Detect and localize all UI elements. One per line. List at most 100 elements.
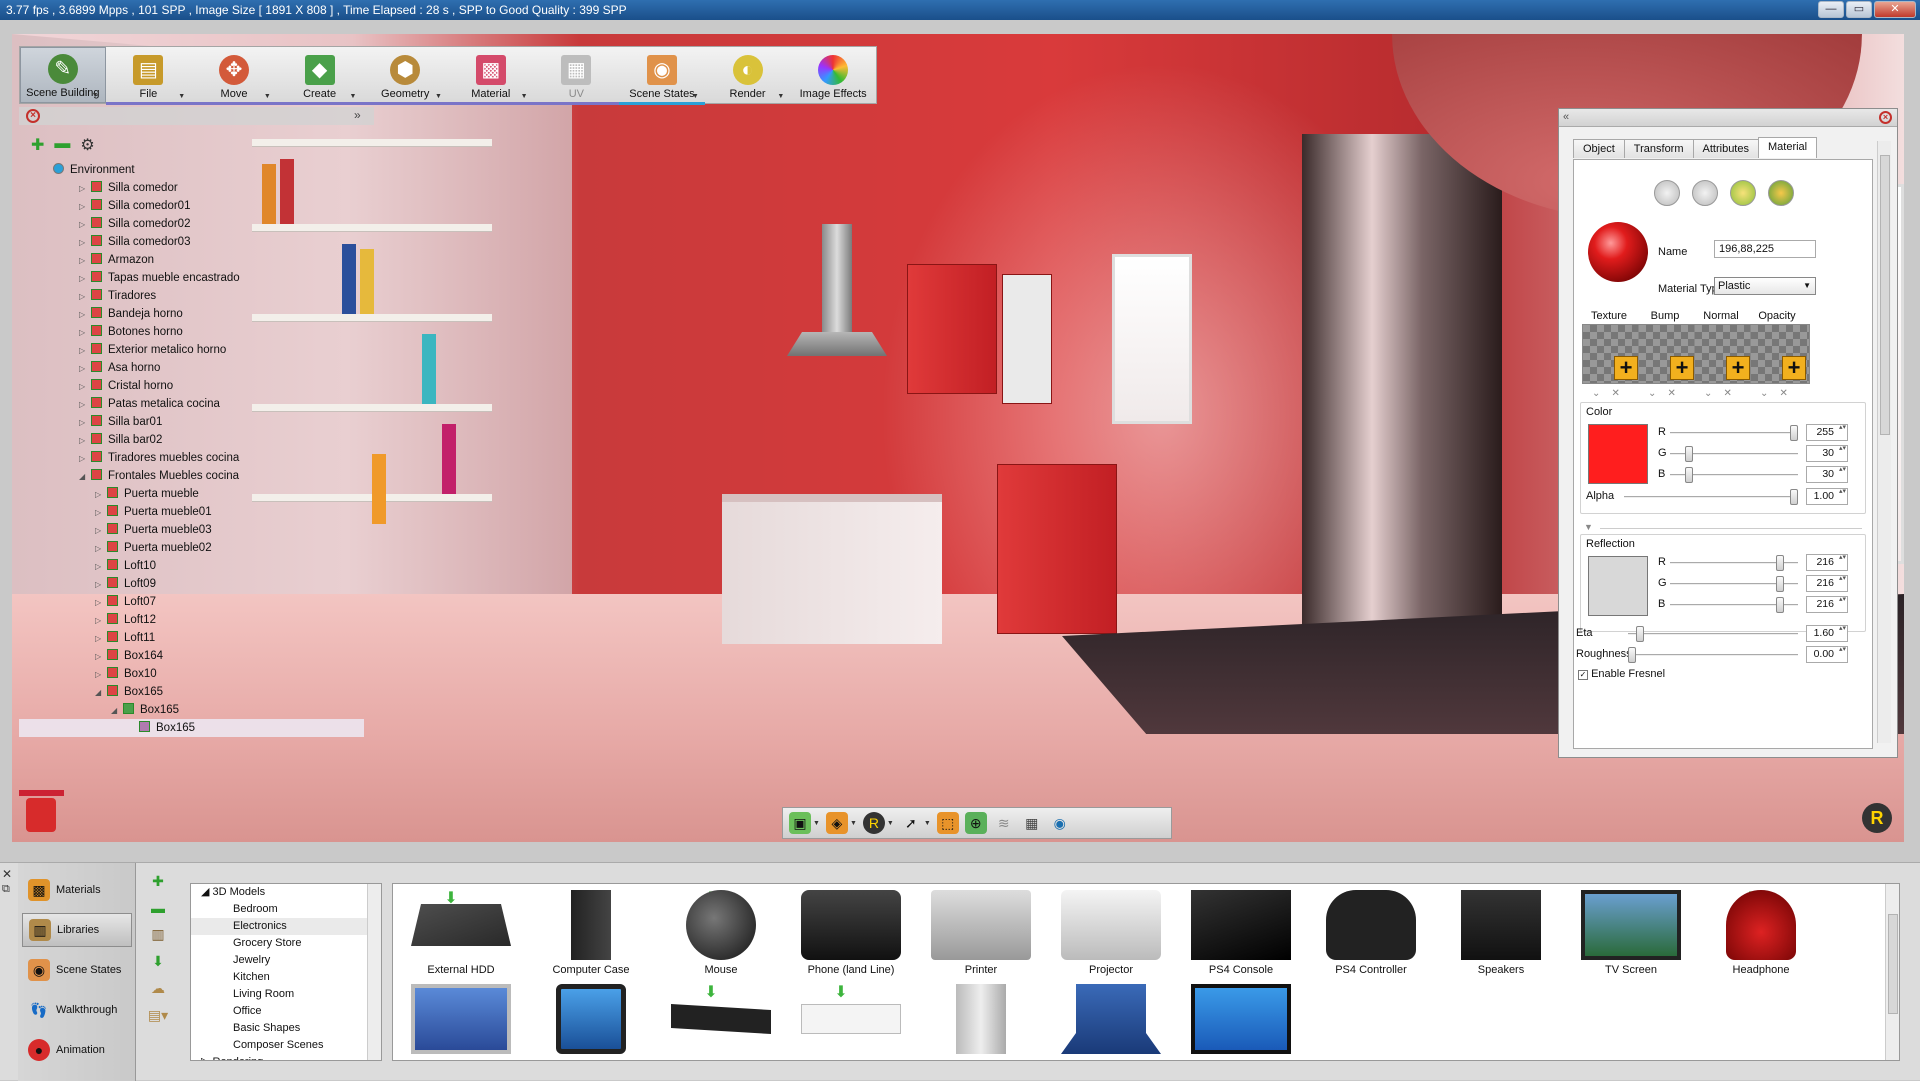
alpha-input[interactable]: 1.00 [1806,488,1848,505]
bump-options-icon[interactable]: ⌄ ✕ [1648,388,1676,399]
tree-expand-icon[interactable]: ▷ [79,288,91,306]
maximize-button[interactable]: ▭ [1846,1,1872,18]
roughness-input[interactable]: 0.00 [1806,646,1848,663]
tree-expand-icon[interactable]: ▷ [95,630,107,648]
library-item[interactable]: ⬇ [531,984,651,1054]
bump-slot[interactable]: + [1638,324,1698,384]
render-engine-icon[interactable]: R [862,812,885,834]
refresh-icon[interactable] [1768,180,1794,206]
library-item[interactable]: ⬇Phone (land Line) [791,890,911,976]
tree-item[interactable]: ▷ Asa horno [19,359,364,377]
tree-item[interactable]: ▷ Tiradores [19,287,364,305]
library-category[interactable]: Grocery Store [191,935,381,952]
collapse-panel-icon[interactable]: » [354,108,361,122]
library-item[interactable]: ⬇TV Screen [1571,890,1691,976]
toolbar-material[interactable]: ▩ Material ▼ [447,47,534,105]
reflection-b-input[interactable]: 216 [1806,596,1848,613]
toolbar-scene-building[interactable]: ✎ Scene Building ▼ [20,47,106,103]
add-library-icon[interactable]: ✚ [152,873,164,890]
library-tree-root[interactable]: ◢ 3D Models [191,884,381,901]
tree-expand-icon[interactable]: ▷ [79,180,91,198]
reflection-swatch[interactable] [1588,556,1648,616]
tree-item-child[interactable]: ▷ Puerta mueble [19,485,364,503]
tree-item[interactable]: ▷ Exterior metalico horno [19,341,364,359]
camera-icon[interactable]: ◉ [1049,812,1071,834]
tree-item-child[interactable]: ▷ Loft07 [19,593,364,611]
tree-expand-icon[interactable]: ▷ [79,252,91,270]
cloud-icon[interactable]: ☁ [151,980,165,997]
tree-expand-icon[interactable]: ▷ [95,594,107,612]
library-item[interactable]: ⬇ [401,984,521,1054]
normal-slot[interactable]: + [1694,324,1754,384]
library-category[interactable]: Electronics [191,918,381,935]
slider-handle[interactable] [1636,626,1644,642]
slider-handle[interactable] [1790,425,1798,441]
toolbar-image-effects[interactable]: Image Effects [790,47,876,103]
library-tree-scrollbar[interactable] [367,884,381,1060]
alpha-slider[interactable] [1624,489,1798,505]
texture-options-icon[interactable]: ⌄ ✕ [1592,388,1620,399]
tree-expand-icon[interactable]: ▷ [79,360,91,378]
library-tree-root[interactable]: ▷ Rendering [191,1054,381,1060]
tree-item[interactable]: ▷ Tapas mueble encastrado [19,269,364,287]
nav-walkthrough[interactable]: 👣 Walkthrough [22,993,132,1027]
library-item[interactable]: ⬇Headphone [1701,890,1821,976]
tree-item[interactable]: ▷ Patas metalica cocina [19,395,364,413]
tree-item-child[interactable]: ▷ Loft09 [19,575,364,593]
tree-item-child[interactable]: ▷ Box10 [19,665,364,683]
slider-handle[interactable] [1790,489,1798,505]
library-book-icon[interactable]: ▥ [151,926,164,943]
tree-expand-icon[interactable]: ▷ [79,378,91,396]
tab-transform[interactable]: Transform [1623,139,1694,158]
tree-expand-icon[interactable]: ▷ [79,342,91,360]
eta-input[interactable]: 1.60 [1806,625,1848,642]
tree-expand-icon[interactable]: ▷ [95,540,107,558]
library-item[interactable]: ⬇ [791,984,911,1034]
tree-expand-icon[interactable]: ▷ [95,666,107,684]
material-panel-scrollbar[interactable] [1877,141,1891,743]
toolbar-move[interactable]: ✥ Move ▼ [191,47,277,105]
tree-item-child[interactable]: ◢ Box165 [19,683,364,701]
tree-expand-icon[interactable]: ▷ [79,450,91,468]
scrollbar-thumb[interactable] [1888,914,1898,1014]
enable-fresnel-checkbox[interactable]: ✓ Enable Fresnel [1578,668,1665,680]
color-r-slider[interactable] [1670,425,1798,441]
dropdown-arrow-icon[interactable]: ▼ [813,820,820,827]
slider-handle[interactable] [1685,467,1693,483]
tree-expand-icon[interactable]: ▷ [79,270,91,288]
tree-expand-icon[interactable]: ▷ [95,576,107,594]
collapse-panel-icon[interactable]: « [1563,111,1569,123]
floor-plane-icon[interactable]: ◈ [825,812,848,834]
tree-item[interactable]: ▷ Bandeja horno [19,305,364,323]
close-panel-icon[interactable]: × [26,109,40,123]
tree-item-child[interactable]: ▷ Box164 [19,647,364,665]
tree-item[interactable]: ▷ Botones horno [19,323,364,341]
download-icon[interactable]: ⬇ [703,984,719,1002]
collapse-arrow-icon[interactable]: ▼ [1584,522,1593,532]
add-texture-icon[interactable]: + [1670,356,1694,380]
tree-item[interactable]: ▷ Silla bar01 [19,413,364,431]
library-category[interactable]: Bedroom [191,901,381,918]
library-category[interactable]: Living Room [191,986,381,1003]
toolbar-render[interactable]: ◐ Render ▼ [705,47,791,103]
download-icon[interactable]: ⬇ [833,984,849,1002]
fit-view-icon[interactable]: ⬚ [936,812,959,834]
tree-item-child[interactable]: ▷ Loft11 [19,629,364,647]
toolbar-geometry[interactable]: ⬢ Geometry ▼ [362,47,448,105]
color-b-input[interactable]: 30 [1806,466,1848,483]
color-r-input[interactable]: 255 [1806,424,1848,441]
library-item[interactable]: ⬇PS4 Console [1181,890,1301,976]
tree-item[interactable]: ▷ Silla comedor [19,179,364,197]
add-texture-icon[interactable]: + [1782,356,1806,380]
slider-handle[interactable] [1776,576,1784,592]
tab-object[interactable]: Object [1573,139,1625,158]
tree-expand-icon[interactable]: ▷ [79,396,91,414]
add-texture-icon[interactable]: + [1614,356,1638,380]
nav-libraries[interactable]: ▥ Libraries [22,913,132,947]
scrollbar-thumb[interactable] [1880,155,1890,435]
apply-check-icon[interactable] [1692,180,1718,206]
pattern-icon[interactable]: ▦ [1021,812,1043,834]
tree-expand-icon[interactable]: ▷ [79,216,91,234]
library-item[interactable]: ⬇Printer [921,890,1041,976]
tree-expand-icon[interactable]: ▷ [79,234,91,252]
